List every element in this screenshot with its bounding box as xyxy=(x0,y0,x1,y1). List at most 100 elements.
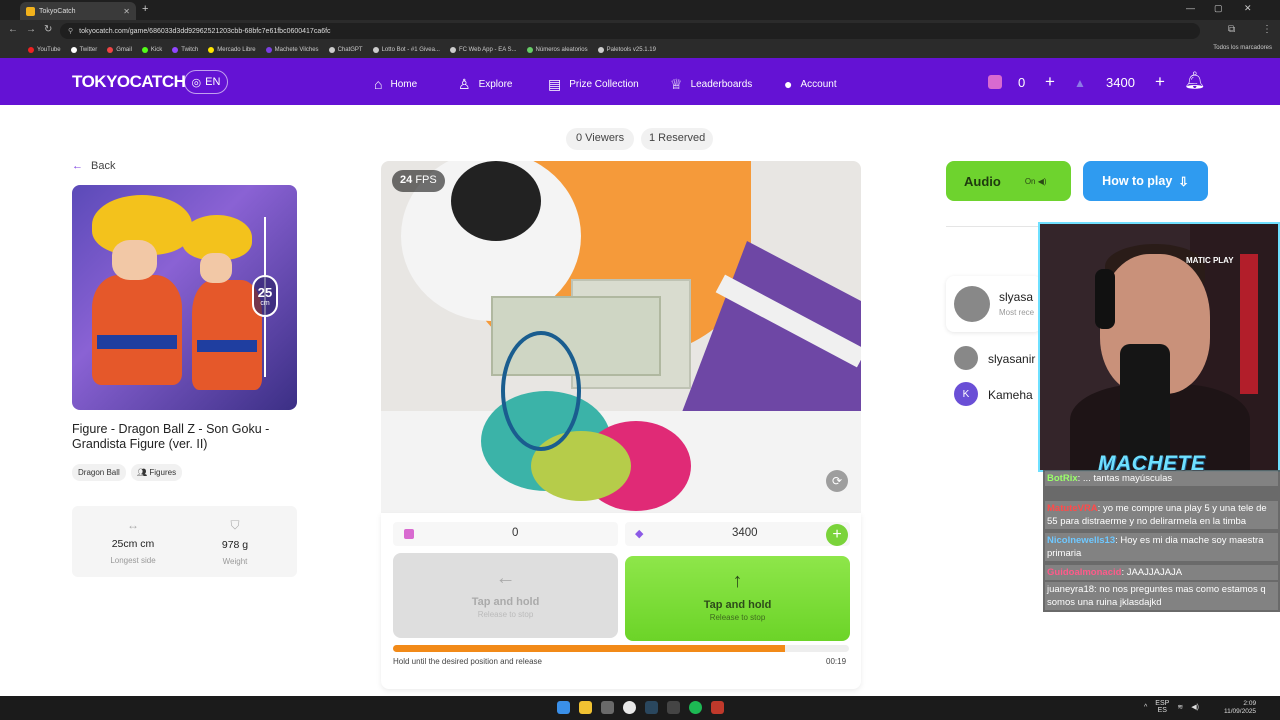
reserved-count: 1 Reserved xyxy=(641,128,714,150)
bookmarks-bar: YouTube Twitter Gmail Kick Twitch Mercad… xyxy=(0,42,1280,58)
close-tab-icon[interactable]: ✕ xyxy=(123,7,130,16)
browser-tab[interactable]: TokyoCatch ✕ xyxy=(20,2,136,20)
bookmark-numeros[interactable]: Números aleatorios xyxy=(526,47,588,53)
divider xyxy=(946,226,1041,227)
site-info-icon[interactable]: ⚲ xyxy=(68,27,73,35)
bookmark-machete[interactable]: Machete Vilches xyxy=(265,47,319,53)
gem-balance: 3400 xyxy=(1106,75,1135,90)
bookmark-kick[interactable]: Kick xyxy=(141,47,162,53)
chevron-up-icon[interactable]: ^ xyxy=(1144,704,1147,711)
queue-player-sub: Most rece xyxy=(999,308,1035,317)
bookmark-paletools[interactable]: Paletools v25.1.19 xyxy=(597,47,656,53)
bookmark-youtube[interactable]: YouTube xyxy=(28,47,61,53)
language-indicator[interactable]: ESP ES xyxy=(1155,700,1169,714)
url-text: tokyocatch.com/game/686033d3dd9296252120… xyxy=(79,27,331,35)
coin-balance: 0 xyxy=(1018,75,1026,90)
fps-badge: 24 FPS xyxy=(392,170,445,192)
tag-dragon-ball[interactable]: Dragon Ball xyxy=(72,464,126,481)
camera-feed xyxy=(381,161,861,513)
favicon-icon xyxy=(26,6,35,16)
add-coins-button[interactable]: + xyxy=(1045,72,1055,92)
nav-leaderboards[interactable]: ♕ Leaderboards xyxy=(670,76,752,93)
menu-icon[interactable]: ⋮ xyxy=(1262,24,1272,35)
how-to-play-button[interactable]: How to play ⇩ xyxy=(1083,161,1208,201)
site-logo[interactable]: TOKYOCATCH xyxy=(72,72,186,92)
system-tray: ^ ESP ES ≋ ◀) xyxy=(1144,700,1199,714)
move-left-button[interactable]: ← Tap and hold Release to stop xyxy=(393,553,618,638)
bookmark-lotto[interactable]: Lotto Bot - #1 Givea... xyxy=(372,47,440,53)
spec-weight: ⛉ 978 g Weight xyxy=(195,518,275,566)
nav-prize-collection[interactable]: ▤ Prize Collection xyxy=(548,76,639,93)
back-link[interactable]: ← Back xyxy=(72,160,115,172)
arrows-horizontal-icon: ↔ xyxy=(127,518,139,532)
bookmark-fc-web[interactable]: FC Web App - EA S... xyxy=(449,47,517,53)
coin-icon xyxy=(404,529,414,539)
app-icon[interactable] xyxy=(601,701,614,714)
queue-player-name: slyasa xyxy=(999,290,1034,304)
streamer-webcam xyxy=(1038,222,1280,472)
back-nav-icon[interactable]: ← xyxy=(8,24,18,35)
prize-title: Figure - Dragon Ball Z - Son Goku - Gran… xyxy=(72,422,270,451)
maximize-icon[interactable]: ▢ xyxy=(1214,3,1223,14)
figure-icon: 👥︎ xyxy=(137,468,150,477)
extensions-icon[interactable]: ⧉ xyxy=(1228,24,1235,35)
tab-title: TokyoCatch xyxy=(39,7,76,15)
bookmark-twitter[interactable]: Twitter xyxy=(70,47,97,53)
switch-camera-icon[interactable]: ⟳ xyxy=(826,470,848,492)
coin-balance-bar: 0 xyxy=(393,522,618,546)
time-progress-bar xyxy=(393,645,849,652)
add-gems-button[interactable]: + xyxy=(826,524,848,546)
new-tab-button[interactable]: + xyxy=(142,3,148,15)
steam-icon[interactable] xyxy=(645,701,658,714)
gem-icon: ◆ xyxy=(635,528,644,540)
bookmark-gmail[interactable]: Gmail xyxy=(107,47,132,53)
minimize-icon[interactable]: — xyxy=(1186,3,1195,13)
reload-icon[interactable]: ↻ xyxy=(44,24,52,35)
address-bar[interactable]: ⚲ tokyocatch.com/game/686033d3dd92962521… xyxy=(60,23,1200,39)
bookmark-mercado-libre[interactable]: Mercado Libre xyxy=(208,47,256,53)
close-window-icon[interactable]: ✕ xyxy=(1244,3,1252,14)
chrome-icon[interactable] xyxy=(623,701,636,714)
avatar xyxy=(954,286,990,322)
nav-account[interactable]: ● Account xyxy=(784,76,837,92)
explore-icon: ♙ xyxy=(458,76,471,92)
nav-home[interactable]: ⌂ Home xyxy=(374,76,417,92)
arrow-up-icon: ↑ xyxy=(732,570,743,592)
queue-player-name: slyasanir xyxy=(988,352,1036,366)
spec-longest-side: ↔ 25cm cm Longest side xyxy=(93,518,173,565)
notification-bell-icon[interactable]: 🔔︎ xyxy=(1184,71,1206,91)
file-explorer-icon[interactable] xyxy=(579,701,592,714)
add-gems-button[interactable]: + xyxy=(1155,72,1165,92)
audio-toggle-button[interactable]: Audio On ◀) xyxy=(946,161,1071,201)
tag-figures[interactable]: 👥︎ Figures xyxy=(131,464,183,481)
bookmark-twitch[interactable]: Twitch xyxy=(172,47,198,53)
taskbar xyxy=(0,696,1280,720)
chat-message: BotRix: ... tantas mayúsculas xyxy=(1045,471,1278,486)
wifi-icon[interactable]: ≋ xyxy=(1177,703,1183,711)
spotify-icon[interactable] xyxy=(689,701,702,714)
size-badge: 25 cm xyxy=(252,275,278,317)
home-icon: ⌂ xyxy=(374,76,383,92)
forward-nav-icon[interactable]: → xyxy=(26,24,36,35)
nav-explore[interactable]: ♙ Explore xyxy=(458,76,512,93)
language-selector[interactable]: ◎ EN xyxy=(184,70,228,94)
start-icon[interactable] xyxy=(557,701,570,714)
all-bookmarks[interactable]: Todos los marcadores xyxy=(1213,45,1272,51)
chat-message: Nicolnewells13: Hoy es mi dia mache soy … xyxy=(1045,533,1278,561)
globe-icon: ◎ xyxy=(191,76,202,89)
claw-icon: ⇩ xyxy=(1178,174,1189,189)
chat-message: MatuteVRA: yo me compre una play 5 y una… xyxy=(1045,501,1278,529)
clock[interactable]: 2:09 11/09/2025 xyxy=(1224,700,1256,716)
timer: 00:19 xyxy=(826,657,847,666)
language-label: EN xyxy=(205,76,221,88)
volume-icon[interactable]: ◀) xyxy=(1191,703,1199,711)
move-up-button[interactable]: ↑ Tap and hold Release to stop xyxy=(625,556,850,641)
bookmark-chatgpt[interactable]: ChatGPT xyxy=(328,47,363,53)
chair-brand: MATIC PLAY xyxy=(1186,256,1234,265)
obs-icon[interactable] xyxy=(667,701,680,714)
collection-icon: ▤ xyxy=(548,76,562,92)
time-progress-fill xyxy=(393,645,786,652)
app-icon[interactable] xyxy=(711,701,724,714)
arrow-left-icon: ← xyxy=(72,160,83,172)
stream-chat: BotRix: ... tantas mayúsculas MatuteVRA:… xyxy=(1043,470,1280,612)
